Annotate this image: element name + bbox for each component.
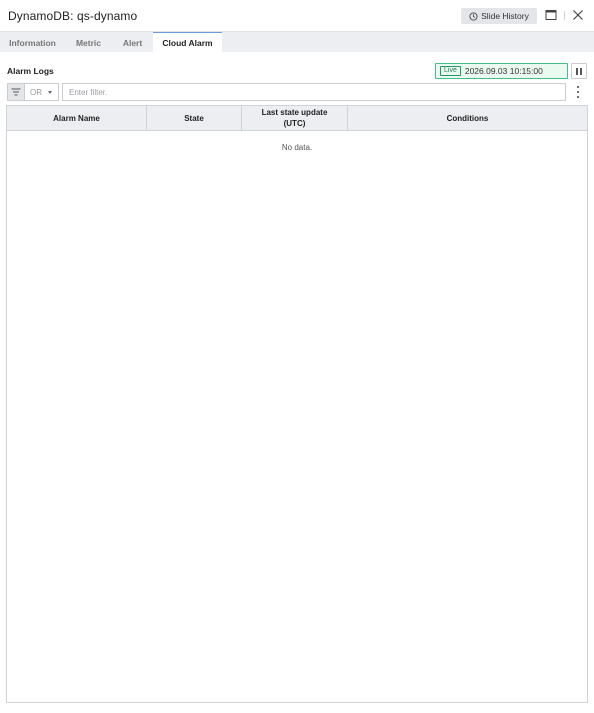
window-controls-divider	[564, 11, 565, 20]
empty-state-text: No data.	[281, 143, 313, 152]
tab-alert[interactable]: Alert	[112, 32, 153, 53]
column-header-state[interactable]: State	[147, 106, 242, 130]
column-header-last-state-update[interactable]: Last state update (UTC)	[242, 106, 348, 130]
maximize-icon[interactable]	[545, 9, 557, 21]
slide-history-button[interactable]: Slide History	[461, 8, 537, 24]
filter-button[interactable]	[7, 83, 24, 101]
slide-history-label: Slide History	[481, 11, 529, 21]
close-icon[interactable]	[572, 9, 584, 21]
column-header-last-state-update-label: Last state update (UTC)	[261, 108, 328, 128]
tab-cloud-alarm[interactable]: Cloud Alarm	[153, 32, 222, 53]
column-header-alarm-name[interactable]: Alarm Name	[7, 106, 147, 130]
filter-input[interactable]	[62, 83, 566, 101]
alarm-logs-title: Alarm Logs	[7, 66, 54, 76]
tab-information[interactable]: Information	[0, 32, 65, 53]
pause-button[interactable]	[571, 63, 587, 79]
live-time-picker[interactable]: Live 2026.09.03 10:15:00	[435, 63, 568, 79]
tab-bar: Information Metric Alert Cloud Alarm	[0, 31, 594, 53]
window-header: DynamoDB: qs-dynamo Slide History	[0, 0, 594, 31]
kebab-dot	[577, 91, 579, 93]
live-timestamp: 2026.09.03 10:15:00	[464, 66, 543, 76]
table-header: Alarm Name State Last state update (UTC)…	[7, 106, 587, 131]
column-header-conditions[interactable]: Conditions	[348, 106, 587, 130]
kebab-dot	[577, 96, 579, 98]
pause-icon	[576, 67, 578, 75]
live-badge: Live	[440, 66, 461, 76]
window-title: DynamoDB: qs-dynamo	[8, 9, 138, 23]
clock-icon	[469, 11, 478, 21]
filter-operator-select[interactable]: OR	[24, 83, 59, 101]
alarm-logs-table: Alarm Name State Last state update (UTC)…	[6, 105, 588, 703]
kebab-dot	[577, 86, 579, 88]
tab-metric[interactable]: Metric	[65, 32, 112, 53]
kebab-menu-icon[interactable]	[574, 86, 582, 98]
pause-icon-bar	[580, 67, 582, 75]
filter-operator-value: OR	[30, 87, 42, 97]
caret-down-icon	[48, 91, 52, 94]
filter-icon	[11, 88, 21, 96]
